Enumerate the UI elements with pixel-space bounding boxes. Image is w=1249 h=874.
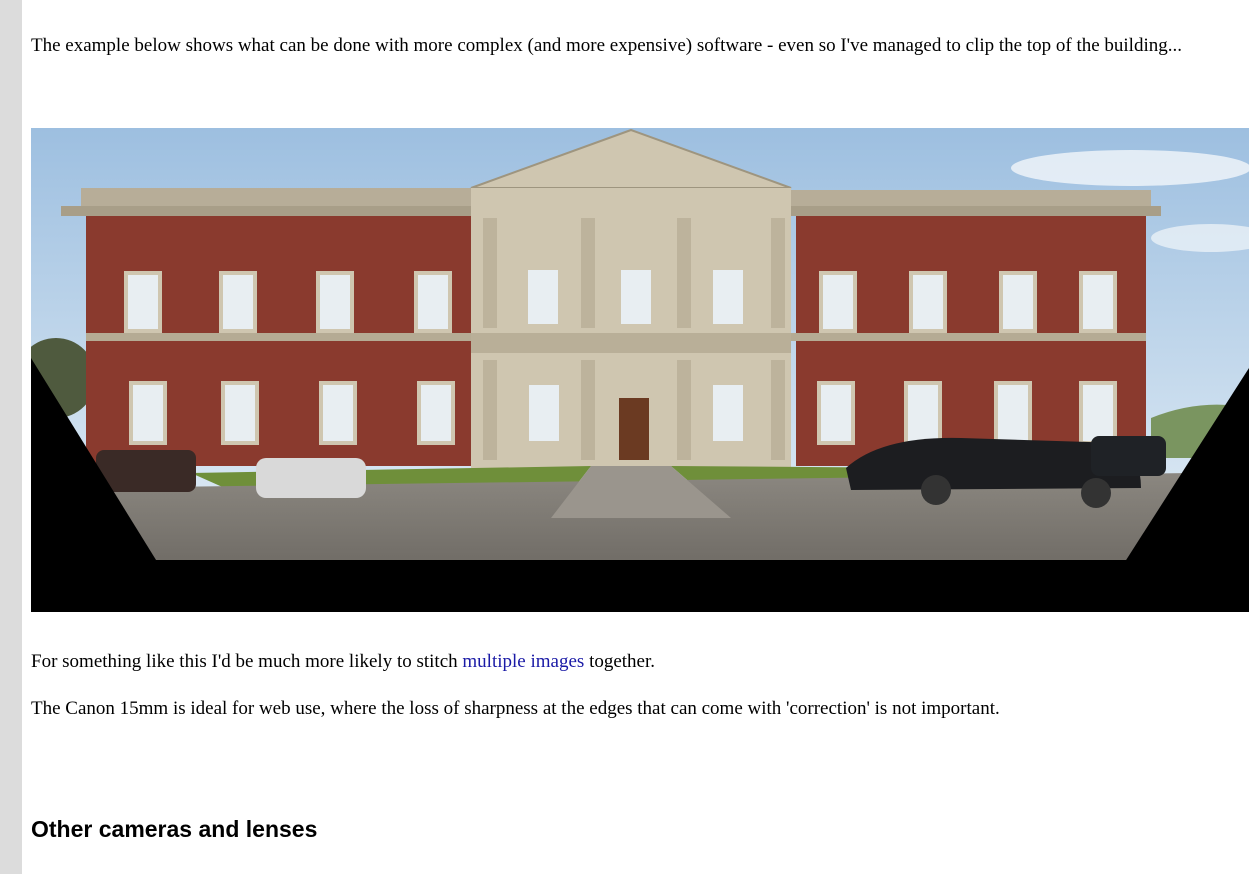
- left-margin-bar: [0, 0, 22, 874]
- section-heading-other-cameras: Other cameras and lenses: [31, 816, 318, 842]
- building-panorama-image: [31, 128, 1249, 612]
- intro-paragraph: The example below shows what can be done…: [31, 35, 1182, 56]
- article-content: The example below shows what can be done…: [31, 0, 1249, 874]
- stitch-text-before: For something like this I'd be much more…: [31, 651, 463, 672]
- stitch-paragraph: For something like this I'd be much more…: [31, 650, 1249, 673]
- stitch-text-after: together.: [584, 651, 656, 672]
- multiple-images-link[interactable]: multiple images: [462, 651, 584, 672]
- canon-paragraph: The Canon 15mm is ideal for web use, whe…: [31, 698, 1000, 719]
- building-panorama-graphic: [31, 128, 1249, 612]
